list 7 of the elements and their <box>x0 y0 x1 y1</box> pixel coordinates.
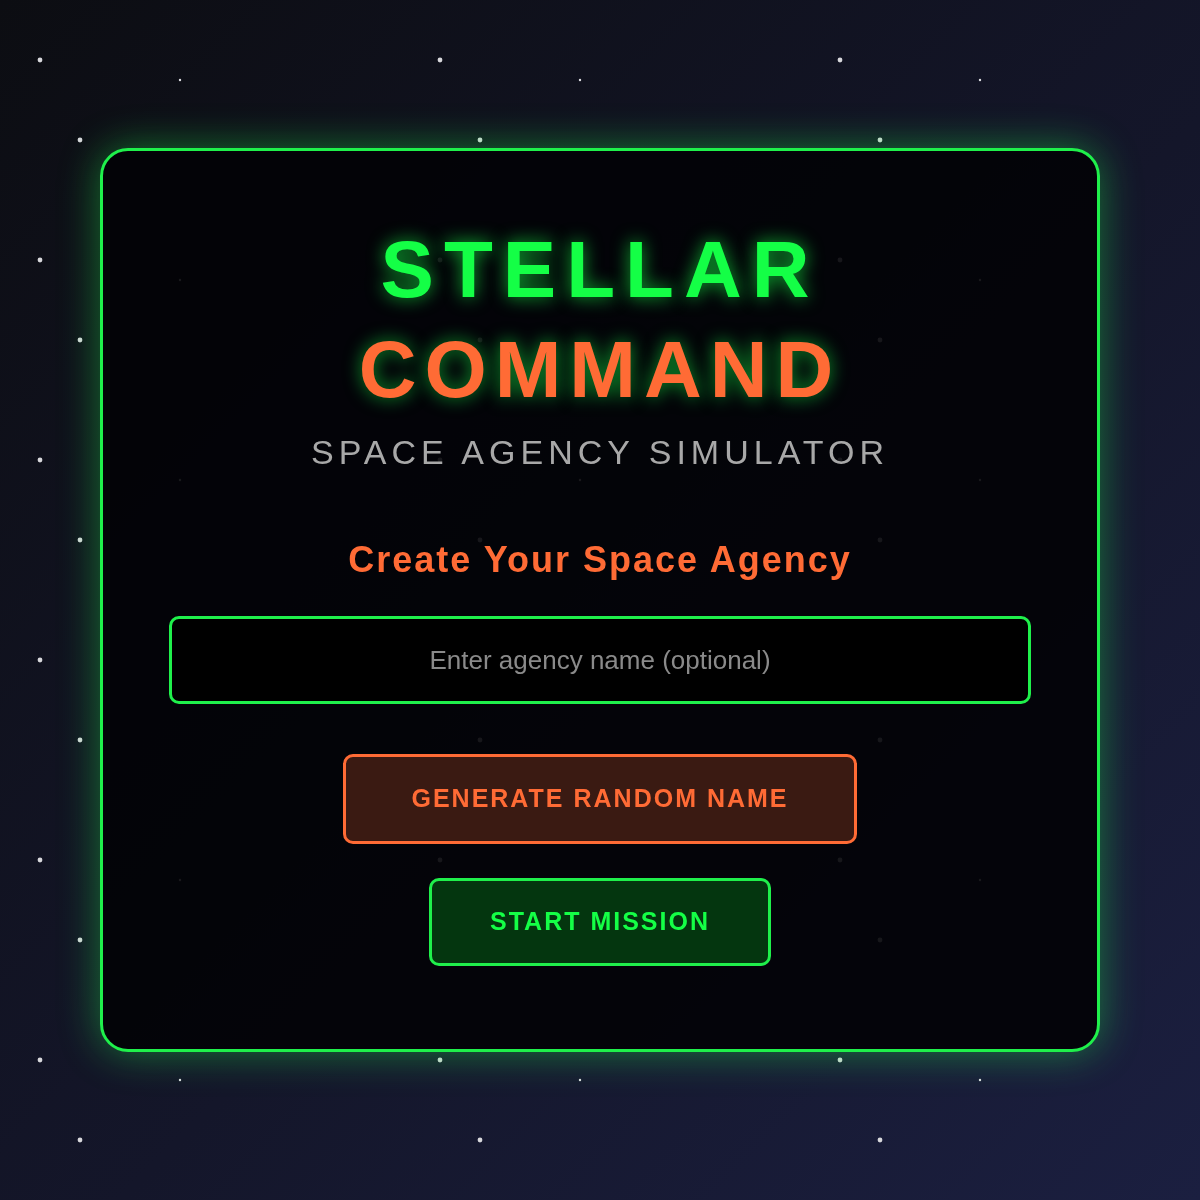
title-line: COMMAND <box>358 324 842 416</box>
generate-name-button[interactable]: GENERATE RANDOM NAME <box>343 754 857 844</box>
start-mission-button[interactable]: START MISSION <box>429 878 771 966</box>
agency-name-field[interactable]: Enter agency name (optional) <box>169 616 1031 704</box>
subtitle: SPACE AGENCY SIMULATOR <box>311 432 889 472</box>
title-line: STELLAR <box>380 224 820 316</box>
form-heading: Create Your Space Agency <box>348 538 852 582</box>
